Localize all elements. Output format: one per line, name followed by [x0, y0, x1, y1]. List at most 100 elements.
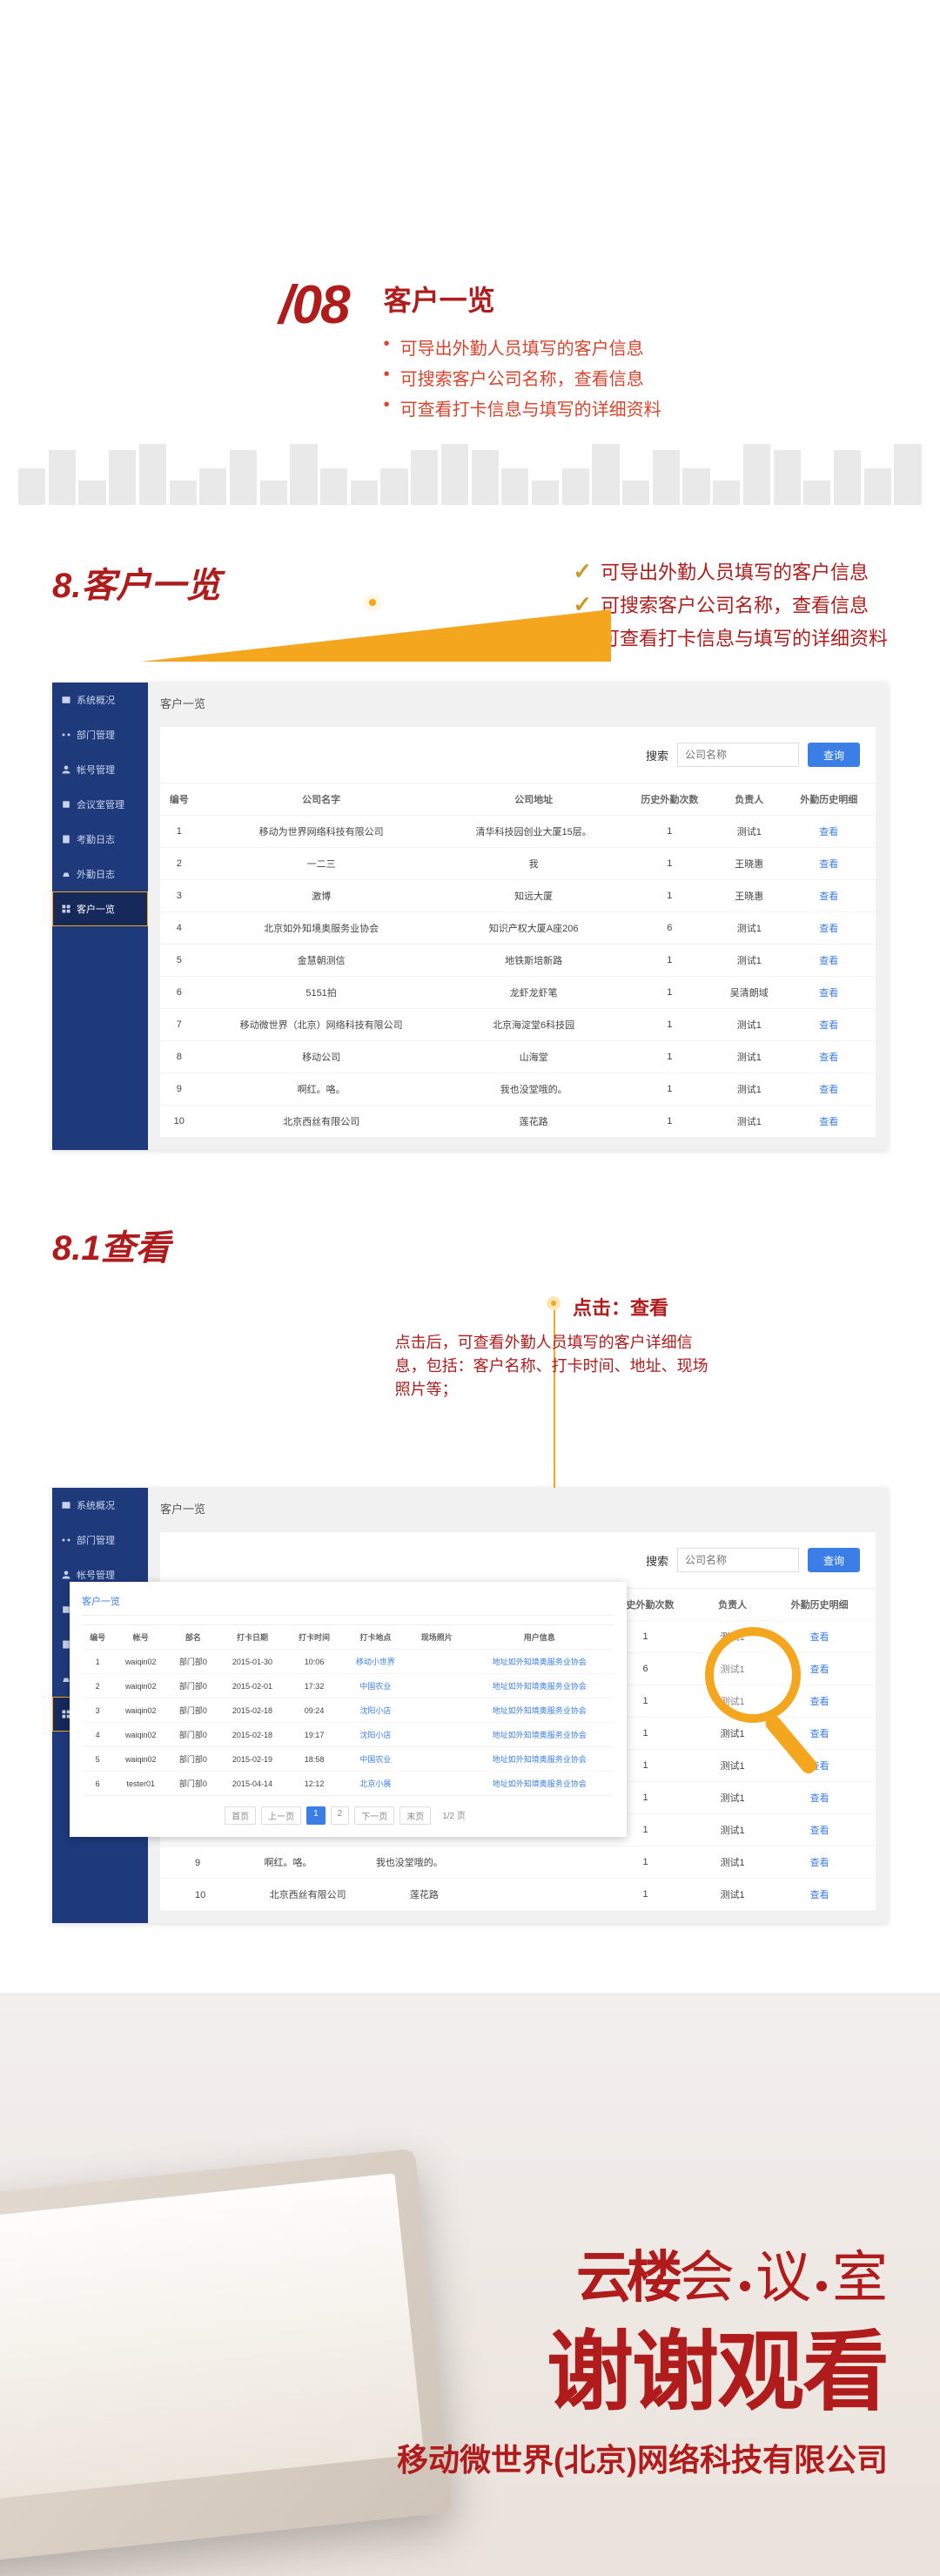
table-row: 4北京如外知境奥服务业协会知识产权大厦A座2066测试1查看	[160, 912, 876, 945]
check-item: 可搜索客户公司名称，查看信息	[573, 590, 888, 618]
app-window-2: 系统概况 部门管理 帐号管理 会议室管理 考勤日志 外勤日志 客户一览 客户一览…	[52, 1488, 888, 1923]
table-row: 7移动微世界（北京）网络科技有限公司北京海淀堂6科技园1测试1查看	[160, 1009, 876, 1041]
col-detail: 外勤历史明细	[763, 1589, 876, 1621]
company-name: 移动微世界(北京)网络科技有限公司	[397, 2435, 888, 2480]
view-link[interactable]: 查看	[810, 1890, 829, 1900]
col-owner: 负责人	[702, 1589, 763, 1621]
pager-first[interactable]: 首页	[225, 1806, 256, 1825]
pager-next[interactable]: 下一页	[354, 1806, 394, 1825]
hero-number: /08	[279, 279, 348, 426]
search-input[interactable]	[677, 743, 799, 767]
view-link[interactable]: 查看	[810, 1858, 829, 1868]
table-row: 2一二三我1王晓惠查看	[160, 848, 876, 880]
popup-table: 编号帐号部名打卡日期打卡时间打卡地点现场照片用户信息 1waiqin02部门部0…	[82, 1624, 614, 1796]
sidebar-item-account[interactable]: 帐号管理	[52, 752, 148, 787]
brand-logo: 云楼 会 议 室	[397, 2233, 888, 2313]
hero-bullet: 可搜索客户公司名称，查看信息	[384, 365, 661, 390]
pager-page[interactable]: 2	[331, 1806, 350, 1825]
col-count: 历史外勤次数	[623, 784, 716, 816]
pager-prev[interactable]: 上一页	[261, 1806, 301, 1825]
view-link[interactable]: 查看	[819, 1020, 838, 1031]
hero-bullets: 可导出外勤人员填写的客户信息 可搜索客户公司名称，查看信息 可查看打卡信息与填写…	[384, 334, 661, 420]
view-link[interactable]: 查看	[810, 1793, 829, 1804]
table-row: 3激博知远大厦1王晓惠查看	[160, 880, 876, 912]
table-row: 10北京西丝有限公司莲花路1测试1查看	[160, 1106, 876, 1138]
pager-last[interactable]: 末页	[400, 1806, 431, 1825]
view-link[interactable]: 查看	[819, 859, 838, 870]
hero-bullet: 可查看打卡信息与填写的详细资料	[384, 395, 661, 420]
main-panel: 客户一览 搜索 查询 编号 公司名字 公司地址 历史外勤次数 负责人 外勤历史明…	[148, 683, 888, 1150]
hero-text: 客户一览 可导出外勤人员填写的客户信息 可搜索客户公司名称，查看信息 可查看打卡…	[384, 279, 661, 426]
customer-detail-popup: 客户一览 编号帐号部名打卡日期打卡时间打卡地点现场照片用户信息 1waiqin0…	[70, 1582, 627, 1837]
laptop-decoration	[0, 2149, 453, 2569]
search-label: 搜索	[646, 1552, 668, 1569]
customer-table: 编号 公司名字 公司地址 历史外勤次数 负责人 外勤历史明细 1移动为世界网络科…	[160, 783, 876, 1138]
section-8-checks: 可导出外勤人员填写的客户信息 可搜索客户公司名称，查看信息 可查看打卡信息与填写…	[573, 557, 888, 656]
pager[interactable]: 首页 上一页 1 2 下一页 末页 1/2 页	[82, 1796, 614, 1825]
sidebar-item-overview[interactable]: 系统概况	[52, 1488, 148, 1523]
view-link[interactable]: 查看	[819, 1117, 838, 1127]
section-8-1-heading: 8.1查看	[52, 1220, 171, 1270]
view-link[interactable]: 查看	[819, 988, 838, 999]
table-row: 65151拍龙虾龙虾笔1吴清朗域查看	[160, 977, 876, 1009]
search-button[interactable]: 查询	[808, 743, 860, 767]
sidebar-item-attendance[interactable]: 考勤日志	[52, 822, 148, 857]
hero-bullet: 可导出外勤人员填写的客户信息	[384, 334, 661, 360]
sidebar-item-meeting[interactable]: 会议室管理	[52, 787, 148, 822]
sidebar-item-outwork[interactable]: 外勤日志	[52, 857, 148, 891]
col-addr: 公司地址	[445, 784, 623, 816]
view-link[interactable]: 查看	[819, 1085, 838, 1095]
table-row: 10 北京西丝有限公司 莲花路1测试1查看	[160, 1879, 876, 1911]
pager-pos: 1/2 页	[436, 1806, 472, 1825]
magnifier-icon	[705, 1627, 801, 1723]
table-row: 2waiqin02部门部02015-02-0117:32中国农业地址如外知境奥服…	[82, 1674, 614, 1698]
pin-annotation: 点击：查看 点击后，可查看外勤人员填写的客户详细信息，包括：客户名称、打卡时间、…	[52, 1296, 888, 1488]
skyline-decoration	[0, 444, 940, 505]
table-row: 9啊红。咯。我也没堂哦的。1测试1查看	[160, 1073, 876, 1106]
view-link[interactable]: 查看	[819, 956, 838, 966]
view-link[interactable]: 查看	[819, 924, 838, 934]
sidebar-item-overview[interactable]: 系统概况	[52, 683, 148, 717]
view-link[interactable]: 查看	[810, 1826, 829, 1836]
check-item: 可导出外勤人员填写的客户信息	[573, 557, 888, 585]
table-row: 5waiqin02部门部02015-02-1918:58中国农业地址如外知境奥服…	[82, 1747, 614, 1772]
table-row: 1移动为世界网络科技有限公司清华科技园创业大厦15层。1测试1查看	[160, 816, 876, 848]
check-item: 可查看打卡信息与填写的详细资料	[573, 623, 888, 651]
view-link[interactable]: 查看	[819, 1053, 838, 1063]
sidebar-item-dept[interactable]: 部门管理	[52, 717, 148, 752]
hero-title: 客户一览	[384, 279, 661, 319]
pager-page[interactable]: 1	[306, 1806, 326, 1825]
col-detail: 外勤历史明细	[782, 784, 876, 816]
search-button[interactable]: 查询	[808, 1548, 860, 1572]
toolbar: 搜索 查询	[160, 1532, 876, 1588]
breadcrumb: 客户一览	[160, 695, 876, 711]
table-row: 4waiqin02部门部02015-02-1819:17沈阳小店地址如外知境奥服…	[82, 1723, 614, 1747]
view-link[interactable]: 查看	[810, 1697, 829, 1707]
toolbar: 搜索 查询	[160, 727, 876, 783]
search-label: 搜索	[646, 747, 668, 763]
sidebar-item-customers[interactable]: 客户一览	[52, 891, 148, 926]
table-row: 9 啊红。咯。 我也没堂哦的。1测试1查看	[160, 1846, 876, 1879]
section-8: 8.客户一览 可导出外勤人员填写的客户信息 可搜索客户公司名称，查看信息 可查看…	[0, 557, 940, 1220]
table-row: 8移动公司山海堂1测试1查看	[160, 1041, 876, 1073]
view-link[interactable]: 查看	[810, 1665, 829, 1675]
pin-body: 点击后，可查看外勤人员填写的客户详细信息，包括：客户名称、打卡时间、地址、现场照…	[395, 1331, 708, 1402]
search-input[interactable]	[677, 1548, 799, 1572]
table-row: 6tester01部门部02015-04-1412:12北京小展地址如外知境奥服…	[82, 1772, 614, 1796]
col-id: 编号	[160, 784, 198, 816]
table-row: 3waiqin02部门部02015-02-1809:24沈阳小店地址如外知境奥服…	[82, 1698, 614, 1723]
section-8-1: 8.1查看 点击：查看 点击后，可查看外勤人员填写的客户详细信息，包括：客户名称…	[0, 1220, 940, 1993]
col-name: 公司名字	[198, 784, 445, 816]
view-link[interactable]: 查看	[810, 1632, 829, 1643]
view-link[interactable]: 查看	[819, 827, 838, 837]
thanks-text: 谢谢观看	[397, 2329, 888, 2416]
footer-section: 云楼 会 议 室 谢谢观看 移动微世界(北京)网络科技有限公司	[0, 1993, 940, 2576]
popup-title: 客户一览	[82, 1594, 614, 1616]
sidebar-item-dept[interactable]: 部门管理	[52, 1523, 148, 1557]
col-owner: 负责人	[716, 784, 782, 816]
view-link[interactable]: 查看	[819, 891, 838, 902]
table-row: 5金慧朝测信地铁斯培新路1测试1查看	[160, 945, 876, 977]
view-link[interactable]: 查看	[810, 1729, 829, 1739]
sidebar: 系统概况 部门管理 帐号管理 会议室管理 考勤日志 外勤日志 客户一览	[52, 683, 148, 1150]
section-8-heading: 8.客户一览	[52, 557, 220, 608]
